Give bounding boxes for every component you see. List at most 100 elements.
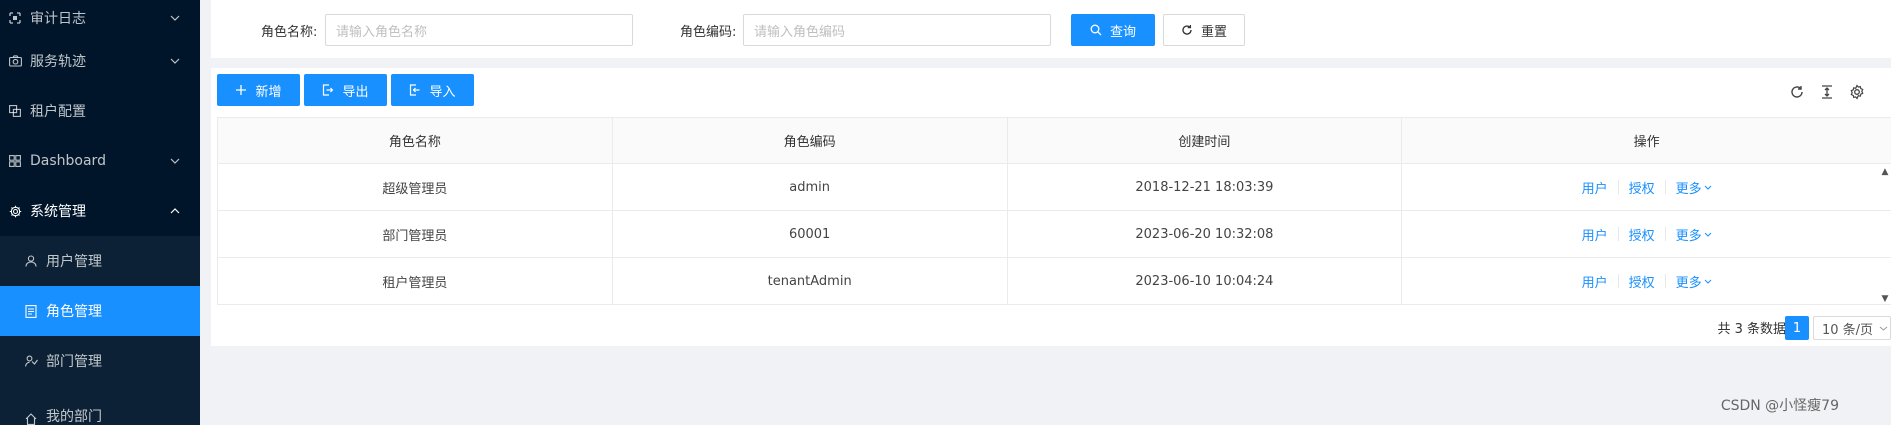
more-dropdown[interactable]: 更多 bbox=[1676, 178, 1712, 197]
auth-link[interactable]: 授权 bbox=[1629, 225, 1655, 244]
menu-item-label: 租户配置 bbox=[30, 104, 86, 120]
search-form: 角色名称: 请输入角色名称 角色编码: 请输入角色编码 查询 重置 bbox=[211, 0, 1891, 58]
sidebar-item-label: 用户管理 bbox=[46, 254, 102, 270]
chevron-down-icon bbox=[1704, 185, 1712, 190]
query-button-label: 查询 bbox=[1109, 24, 1136, 40]
menu-item-label: 系统管理 bbox=[30, 204, 86, 220]
menu-item-dashboard[interactable]: Dashboard bbox=[0, 136, 200, 186]
camera-icon bbox=[8, 54, 22, 68]
menu-item-service-trace[interactable]: 服务轨迹 bbox=[0, 36, 200, 86]
sidebar-item-user-management[interactable]: 用户管理 bbox=[0, 236, 200, 286]
menu-item-label: Dashboard bbox=[30, 153, 106, 169]
import-button[interactable]: 导入 bbox=[391, 74, 474, 106]
user-link[interactable]: 用户 bbox=[1582, 178, 1608, 197]
scroll-up-arrow-icon[interactable]: ▲ bbox=[1879, 167, 1891, 177]
menu-item-system-management[interactable]: 系统管理 bbox=[0, 186, 200, 236]
department-icon bbox=[24, 354, 38, 368]
import-icon bbox=[409, 84, 421, 96]
chevron-down-icon bbox=[1704, 232, 1712, 237]
cell-created-time: 2023-06-20 10:32:08 bbox=[1008, 211, 1403, 257]
user-link[interactable]: 用户 bbox=[1582, 225, 1608, 244]
plus-icon bbox=[235, 84, 247, 96]
more-label: 更多 bbox=[1675, 181, 1702, 197]
role-table-card: 新增 导出 导入 角色名称 角色编码 创建时间 操作 超级管理员 admin 2… bbox=[211, 68, 1891, 346]
column-header-created-time[interactable]: 创建时间 bbox=[1008, 118, 1403, 163]
table-row: 超级管理员 admin 2018-12-21 18:03:39 用户 授权 更多 bbox=[217, 164, 1891, 211]
divider bbox=[1664, 227, 1666, 241]
role-name-input[interactable]: 请输入角色名称 bbox=[325, 14, 633, 46]
menu-item-audit-log[interactable]: 审计日志 bbox=[0, 0, 200, 36]
sidebar-item-label: 我的部门 bbox=[46, 409, 102, 425]
column-header-actions: 操作 bbox=[1633, 135, 1660, 150]
main-content: 角色名称: 请输入角色名称 角色编码: 请输入角色编码 查询 重置 新增 导出 … bbox=[200, 0, 1891, 425]
sidebar-item-my-department[interactable]: 我的部门 bbox=[0, 386, 200, 425]
table-row: 租户管理员 tenantAdmin 2023-06-10 10:04:24 用户… bbox=[217, 258, 1891, 305]
page-size-select[interactable]: 10 条/页 bbox=[1813, 316, 1891, 340]
table-header: 角色名称 角色编码 创建时间 操作 bbox=[217, 117, 1891, 164]
menu-item-label: 服务轨迹 bbox=[30, 54, 86, 70]
cell-role-code: admin bbox=[613, 164, 1008, 210]
export-icon bbox=[322, 84, 334, 96]
import-button-label: 导入 bbox=[429, 84, 456, 100]
user-icon bbox=[24, 254, 38, 268]
settings-icon[interactable] bbox=[1847, 82, 1867, 102]
cell-role-name: 超级管理员 bbox=[218, 164, 613, 210]
chevron-down-icon bbox=[170, 156, 180, 166]
divider bbox=[1617, 274, 1619, 288]
cell-role-code: 60001 bbox=[613, 211, 1008, 257]
query-button[interactable]: 查询 bbox=[1071, 14, 1155, 46]
more-dropdown[interactable]: 更多 bbox=[1676, 225, 1712, 244]
column-header-role-name[interactable]: 角色名称 bbox=[218, 118, 613, 163]
column-height-icon[interactable] bbox=[1817, 82, 1837, 102]
sidebar: 审计日志 服务轨迹 租户配置 Dashboard 系统管理 用户管理 角色管理 … bbox=[0, 0, 200, 425]
cell-actions: 用户 授权 更多 bbox=[1402, 164, 1891, 210]
divider bbox=[1664, 274, 1666, 288]
role-table: 角色名称 角色编码 创建时间 操作 超级管理员 admin 2018-12-21… bbox=[217, 117, 1891, 305]
reset-button[interactable]: 重置 bbox=[1163, 14, 1245, 46]
tenant-config-icon bbox=[8, 104, 22, 118]
export-button[interactable]: 导出 bbox=[304, 74, 387, 106]
menu-item-label: 审计日志 bbox=[30, 11, 86, 27]
more-label: 更多 bbox=[1675, 275, 1702, 291]
cell-created-time: 2023-06-10 10:04:24 bbox=[1008, 258, 1403, 304]
role-code-input[interactable]: 请输入角色编码 bbox=[743, 14, 1051, 46]
export-button-label: 导出 bbox=[342, 84, 369, 100]
watermark: CSDN @小怪瘦79 bbox=[1720, 398, 1839, 414]
scroll-down-arrow-icon[interactable]: ▼ bbox=[1879, 294, 1891, 304]
sidebar-item-department-management[interactable]: 部门管理 bbox=[0, 336, 200, 386]
divider bbox=[1617, 227, 1619, 241]
add-button[interactable]: 新增 bbox=[217, 74, 300, 106]
sidebar-item-label: 部门管理 bbox=[46, 354, 102, 370]
more-dropdown[interactable]: 更多 bbox=[1676, 272, 1712, 291]
reset-button-label: 重置 bbox=[1200, 24, 1227, 40]
sidebar-item-role-management[interactable]: 角色管理 bbox=[0, 286, 200, 336]
gear-icon bbox=[8, 204, 22, 218]
search-icon bbox=[1090, 24, 1102, 36]
menu-item-tenant-config[interactable]: 租户配置 bbox=[0, 86, 200, 136]
add-button-label: 新增 bbox=[255, 84, 282, 100]
role-code-label: 角色编码: bbox=[680, 25, 737, 40]
user-link[interactable]: 用户 bbox=[1582, 272, 1608, 291]
table-row: 部门管理员 60001 2023-06-20 10:32:08 用户 授权 更多 bbox=[217, 211, 1891, 258]
cell-role-name: 部门管理员 bbox=[218, 211, 613, 257]
system-submenu: 用户管理 角色管理 部门管理 我的部门 bbox=[0, 236, 200, 425]
audit-icon bbox=[8, 11, 22, 25]
cell-actions: 用户 授权 更多 bbox=[1402, 258, 1891, 304]
cell-created-time: 2018-12-21 18:03:39 bbox=[1008, 164, 1403, 210]
home-icon bbox=[24, 412, 38, 425]
auth-link[interactable]: 授权 bbox=[1629, 272, 1655, 291]
more-label: 更多 bbox=[1675, 228, 1702, 244]
cell-actions: 用户 授权 更多 bbox=[1402, 211, 1891, 257]
refresh-icon[interactable] bbox=[1787, 82, 1807, 102]
chevron-up-icon bbox=[170, 206, 180, 216]
chevron-down-icon bbox=[1704, 279, 1712, 284]
chevron-down-icon bbox=[170, 13, 180, 23]
cell-role-name: 租户管理员 bbox=[218, 258, 613, 304]
role-name-label: 角色名称: bbox=[261, 25, 318, 40]
pagination-page-1[interactable]: 1 bbox=[1785, 316, 1809, 340]
column-header-role-code[interactable]: 角色编码 bbox=[613, 118, 1008, 163]
auth-link[interactable]: 授权 bbox=[1629, 178, 1655, 197]
page-size-value: 10 条/页 bbox=[1822, 322, 1874, 338]
role-icon bbox=[24, 304, 38, 318]
chevron-down-icon bbox=[1879, 326, 1888, 331]
